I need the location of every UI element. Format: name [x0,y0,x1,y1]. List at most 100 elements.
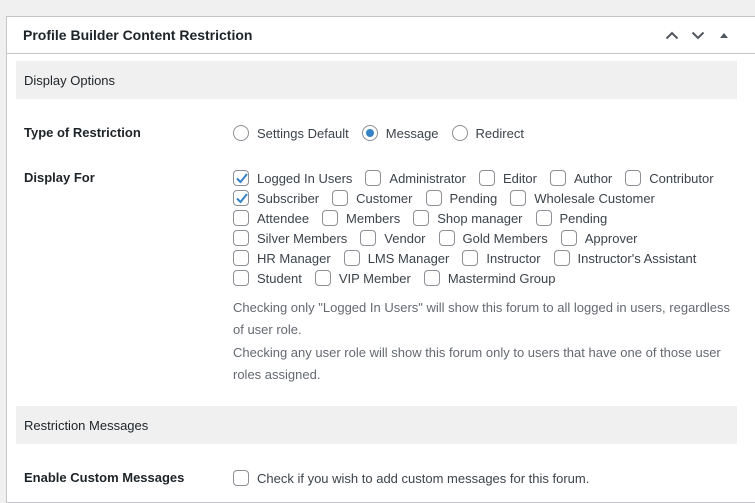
checkbox-hr-manager[interactable]: HR Manager [233,250,331,266]
checkbox-control[interactable] [314,270,331,286]
checkbox-control[interactable] [233,270,249,286]
checkbox-instructor[interactable]: Instructor [462,250,541,266]
checkbox-pending-2[interactable]: Pending [535,210,608,226]
checkbox-control[interactable] [553,250,570,266]
checkbox-attendee[interactable]: Attendee [233,210,309,226]
checkbox-administrator[interactable]: Administrator [365,170,466,186]
metabox-header: Profile Builder Content Restriction [7,17,755,54]
checkbox-control[interactable] [365,170,382,186]
checkbox-shop-manager[interactable]: Shop manager [413,210,523,226]
checkbox-label: Approver [584,230,638,246]
checkbox-label: Pending [559,210,608,226]
checkbox-label: Pending [449,190,498,206]
checkbox-label: Shop manager [437,210,523,226]
display-for-row-5: HR Manager LMS Manager Instructor Instru… [233,248,709,268]
radio-control[interactable] [451,125,468,141]
checkbox-wholesale-customer[interactable]: Wholesale Customer [510,190,655,206]
restriction-messages-heading: Restriction Messages [16,406,737,444]
checkbox-label: Mastermind Group [447,270,556,286]
chevron-down-icon [691,31,705,39]
checkbox-control[interactable] [560,230,577,246]
checkbox-control[interactable] [625,170,642,186]
checkbox-label: LMS Manager [367,250,450,266]
checkbox-control[interactable] [233,190,249,206]
type-of-restriction-label: Type of Restriction [24,125,141,140]
checkbox-control[interactable] [413,210,430,226]
checkbox-logged-in-users[interactable]: Logged In Users [233,170,352,186]
chevron-up-icon [665,31,679,39]
move-up-button[interactable] [659,17,685,53]
checkbox-label: Instructor's Assistant [577,250,697,266]
display-for-row-3: Attendee Members Shop manager Pending [233,208,620,228]
checkbox-label: Contributor [649,170,714,186]
checkbox-control[interactable] [535,210,552,226]
checkbox-control[interactable] [510,190,527,206]
checkbox-pending[interactable]: Pending [425,190,498,206]
move-down-button[interactable] [685,17,711,53]
checkbox-label: HR Manager [257,250,331,266]
checkbox-author[interactable]: Author [549,170,613,186]
checkmark-icon [236,173,248,184]
checkbox-label: Instructor [486,250,541,266]
checkbox-label: Check if you wish to add custom messages… [257,470,590,486]
checkbox-label: Administrator [389,170,466,186]
enable-custom-messages-row: Check if you wish to add custom messages… [233,468,602,488]
checkbox-label: Members [346,210,401,226]
display-for-row-4: Silver Members Vendor Gold Members Appro… [233,228,651,248]
checkbox-control[interactable] [233,470,249,486]
radio-control[interactable] [361,125,378,141]
checkbox-control[interactable] [462,250,479,266]
checkbox-subscriber[interactable]: Subscriber [233,190,319,206]
checkbox-control[interactable] [233,230,249,246]
checkbox-vip-member[interactable]: VIP Member [314,270,411,286]
checkbox-control[interactable] [233,210,249,226]
checkbox-lms-manager[interactable]: LMS Manager [343,250,450,266]
radio-settings-default[interactable]: Settings Default [233,125,349,141]
checkbox-control[interactable] [233,170,249,186]
checkbox-control[interactable] [233,250,249,266]
checkbox-label: VIP Member [338,270,411,286]
checkbox-control[interactable] [478,170,495,186]
user-role-help-text: Checking any user role will show this fo… [233,345,721,382]
display-options-heading-text: Display Options [24,72,116,88]
checkbox-control[interactable] [343,250,360,266]
checkbox-contributor[interactable]: Contributor [625,170,714,186]
checkbox-control[interactable] [425,190,442,206]
checkbox-label: Silver Members [257,230,348,246]
checkbox-control[interactable] [549,170,566,186]
content-restriction-metabox: Profile Builder Content Restriction Disp… [6,16,755,503]
checkbox-instructors-assistant[interactable]: Instructor's Assistant [553,250,697,266]
checkbox-customer[interactable]: Customer [332,190,413,206]
radio-label: Settings Default [257,125,349,141]
display-options-heading: Display Options [16,61,737,99]
checkbox-label: Customer [356,190,413,206]
checkbox-vendor[interactable]: Vendor [360,230,426,246]
checkbox-control[interactable] [322,210,339,226]
checkbox-student[interactable]: Student [233,270,302,286]
checkbox-label: Vendor [384,230,426,246]
checkbox-approver[interactable]: Approver [560,230,638,246]
metabox-title: Profile Builder Content Restriction [23,27,253,43]
radio-label: Message [385,125,439,141]
checkbox-members[interactable]: Members [322,210,400,226]
enable-custom-messages-label: Enable Custom Messages [24,470,185,485]
logged-in-users-help-text: Checking only "Logged In Users" will sho… [233,300,730,337]
checkbox-control[interactable] [438,230,455,246]
checkbox-silver-members[interactable]: Silver Members [233,230,347,246]
checkbox-editor[interactable]: Editor [478,170,537,186]
checkbox-enable-custom-messages[interactable]: Check if you wish to add custom messages… [233,470,589,486]
checkbox-label: Attendee [257,210,310,226]
checkbox-control[interactable] [360,230,377,246]
checkbox-gold-members[interactable]: Gold Members [438,230,548,246]
checkbox-label: Author [573,170,613,186]
toggle-panel-button[interactable] [711,17,737,53]
checkbox-label: Subscriber [257,190,320,206]
radio-redirect[interactable]: Redirect [451,125,524,141]
checkbox-control[interactable] [332,190,349,206]
checkbox-control[interactable] [423,270,440,286]
checkbox-mastermind-group[interactable]: Mastermind Group [423,270,556,286]
radio-control[interactable] [233,125,249,141]
radio-message[interactable]: Message [361,125,439,141]
display-for-row-1: Logged In Users Administrator Editor Aut… [233,168,727,188]
display-for-row-6: Student VIP Member Mastermind Group [233,268,569,288]
